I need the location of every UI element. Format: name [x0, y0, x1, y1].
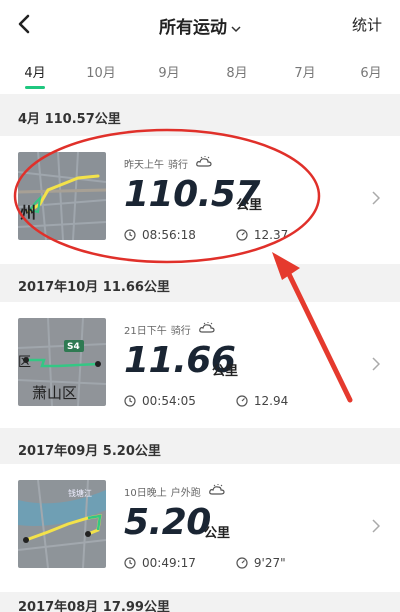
- chevron-right-icon: [372, 518, 381, 537]
- map-place-label: 萧山区: [32, 384, 77, 402]
- activity-card[interactable]: 州 昨天上午 骑行 110.57 公里 08:56:18 12.37: [0, 136, 400, 264]
- stats-button[interactable]: 统计: [352, 14, 382, 35]
- top-bar: 所有运动 统计: [0, 0, 400, 48]
- activity-sport-label: 骑行: [168, 160, 188, 171]
- activity-time-label: 10日晚上: [124, 488, 167, 499]
- clock-icon: [124, 557, 136, 569]
- activity-card[interactable]: 钱塘江 10日晚上 户外跑 5.20 公里 00:49:17 9'27": [0, 464, 400, 592]
- distance-unit: 公里: [204, 526, 231, 541]
- month-summary-header: 2017年10月 11.66公里: [0, 264, 400, 304]
- activity-meta: 21日下午 骑行: [124, 322, 215, 337]
- chevron-down-icon: [231, 18, 241, 38]
- page-title: 所有运动: [159, 18, 227, 38]
- month-summary-header: 4月 110.57公里: [0, 96, 400, 136]
- activity-time-label: 昨天上午: [124, 160, 164, 171]
- map-place-label: 区: [18, 355, 31, 370]
- month-tabs: 4月 10月 9月 8月 7月 6月: [0, 48, 400, 94]
- distance-unit: 公里: [236, 198, 263, 213]
- duration-value: 08:56:18: [142, 228, 196, 242]
- route-map-thumbnail: S4 萧山区 区: [18, 318, 106, 406]
- month-summary-header: 2017年08月 17.99公里: [0, 592, 400, 612]
- speed-value: 12.94: [253, 394, 289, 408]
- active-tab-indicator: [25, 86, 45, 89]
- tab-month-1[interactable]: 10月: [86, 62, 116, 81]
- tab-month-3[interactable]: 8月: [226, 62, 247, 81]
- activity-meta: 昨天上午 骑行: [124, 156, 212, 171]
- duration-value: 00:54:05: [142, 394, 196, 408]
- chevron-right-icon: [372, 190, 381, 209]
- speed-value: 12.37: [253, 228, 289, 242]
- month-summary-label: 2017年08月 17.99公里: [18, 600, 170, 612]
- activity-filter-dropdown[interactable]: 所有运动: [0, 13, 400, 38]
- activity-card[interactable]: S4 萧山区 区 21日下午 骑行 11.66 公里 00:54:05 12.9…: [0, 302, 400, 430]
- tab-month-2[interactable]: 9月: [158, 62, 179, 81]
- pace-icon: [236, 557, 248, 569]
- tab-month-0[interactable]: 4月: [24, 62, 45, 81]
- month-summary-label: 2017年10月 11.66公里: [18, 280, 170, 295]
- cloudy-weather-icon: [196, 156, 212, 171]
- clock-icon: [124, 395, 136, 407]
- speed-icon: [236, 229, 248, 241]
- tab-month-5[interactable]: 6月: [360, 62, 381, 81]
- map-place-label: 州: [19, 203, 36, 222]
- activity-sport-label: 户外跑: [170, 488, 201, 499]
- month-summary-label: 4月 110.57公里: [18, 112, 121, 127]
- route-map-thumbnail: 钱塘江: [18, 480, 106, 568]
- speed-icon: [236, 395, 248, 407]
- highway-badge-label: S4: [67, 342, 80, 352]
- pace-value: 9'27": [253, 556, 286, 570]
- activity-time-label: 21日下午: [124, 326, 167, 337]
- distance-value: 5.20: [124, 502, 211, 543]
- distance-unit: 公里: [212, 364, 239, 379]
- route-map-thumbnail: 州: [18, 152, 106, 240]
- tab-month-4[interactable]: 7月: [294, 62, 315, 81]
- map-place-label: 钱塘江: [68, 488, 92, 498]
- clock-icon: [124, 229, 136, 241]
- month-summary-label: 2017年09月 5.20公里: [18, 444, 161, 459]
- duration-value: 00:49:17: [142, 556, 196, 570]
- month-summary-header: 2017年09月 5.20公里: [0, 428, 400, 468]
- activity-sport-label: 骑行: [170, 326, 191, 337]
- cloudy-weather-icon: [198, 322, 215, 337]
- activity-meta: 10日晚上 户外跑: [124, 484, 225, 499]
- chevron-right-icon: [372, 356, 381, 375]
- cloudy-weather-icon: [208, 484, 225, 499]
